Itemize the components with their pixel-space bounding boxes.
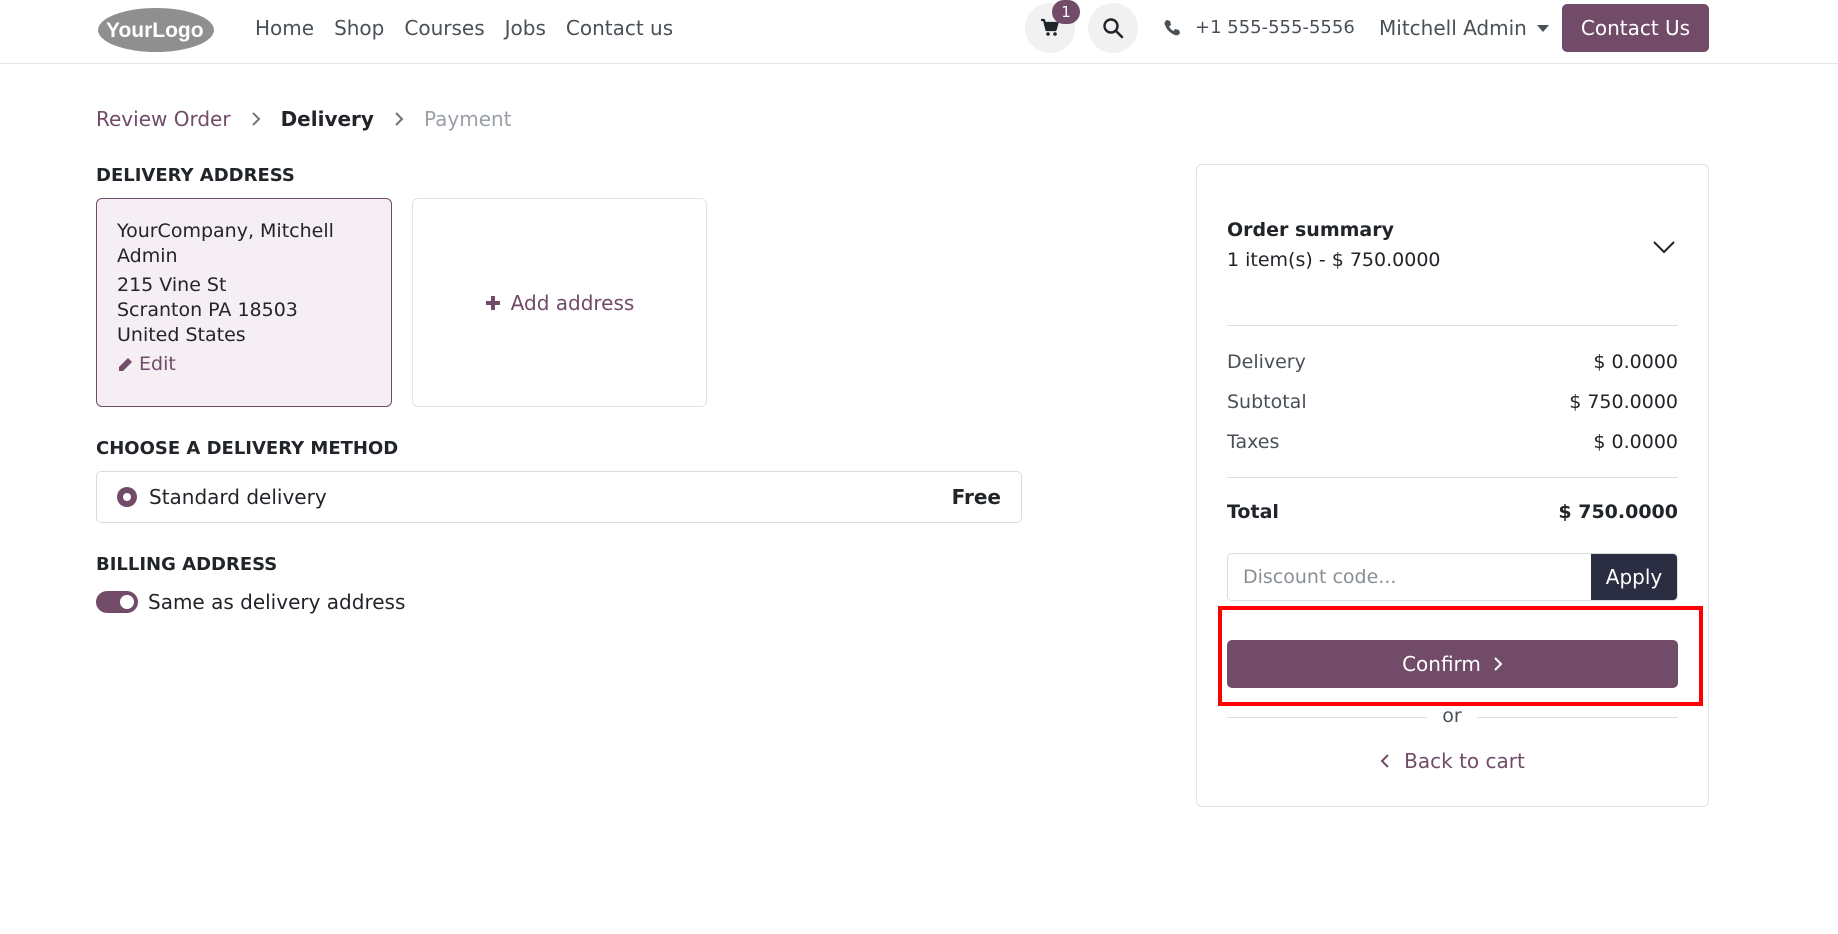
nav-shop[interactable]: Shop — [334, 16, 384, 40]
main-nav: Home Shop Courses Jobs Contact us — [255, 16, 673, 40]
summary-row-taxes: Taxes $ 0.0000 — [1227, 431, 1678, 453]
back-to-cart-link[interactable]: Back to cart — [1197, 749, 1708, 773]
delivery-method-option[interactable]: Standard delivery Free — [96, 471, 1022, 523]
summary-row-total: Total $ 750.0000 — [1227, 501, 1678, 523]
search-button[interactable] — [1088, 3, 1138, 53]
total-value: $ 750.0000 — [1558, 501, 1678, 523]
address-street: 215 Vine St — [117, 274, 227, 296]
chevron-right-icon — [1494, 657, 1503, 671]
breadcrumb-payment: Payment — [423, 107, 512, 131]
site-logo[interactable]: YourLogo — [96, 4, 216, 54]
delivery-method-label: Standard delivery — [149, 485, 327, 509]
same-address-label: Same as delivery address — [148, 590, 406, 614]
delivery-label: Delivery — [1227, 351, 1306, 373]
or-separator: or — [1227, 705, 1678, 729]
nav-home[interactable]: Home — [255, 16, 314, 40]
logo-text: YourLogo — [106, 19, 204, 42]
nav-contact[interactable]: Contact us — [566, 16, 673, 40]
nav-courses[interactable]: Courses — [404, 16, 484, 40]
delivery-method-title: CHOOSE A DELIVERY METHOD — [96, 438, 399, 459]
address-name-line1: YourCompany, Mitchell — [117, 220, 334, 242]
summary-divider — [1227, 477, 1678, 478]
taxes-value: $ 0.0000 — [1593, 431, 1678, 453]
nav-jobs[interactable]: Jobs — [505, 16, 546, 40]
back-to-cart-label: Back to cart — [1404, 749, 1525, 773]
add-address-label: Add address — [510, 290, 635, 315]
edit-address-link[interactable]: Edit — [117, 352, 371, 377]
add-address-card[interactable]: Add address — [412, 198, 707, 407]
pencil-icon — [119, 357, 132, 371]
total-label: Total — [1227, 501, 1279, 523]
order-summary-title: Order summary — [1227, 219, 1395, 241]
phone-link[interactable]: +1 555-555-5556 — [1163, 17, 1355, 38]
billing-address-title: BILLING ADDRESS — [96, 554, 278, 575]
plus-icon — [485, 295, 500, 310]
summary-row-delivery: Delivery $ 0.0000 — [1227, 351, 1678, 373]
cart-count-badge: 1 — [1052, 0, 1080, 24]
breadcrumb-review-order[interactable]: Review Order — [96, 107, 231, 131]
caret-down-icon — [1536, 24, 1549, 32]
delivery-value: $ 0.0000 — [1593, 351, 1678, 373]
delivery-method-price: Free — [951, 485, 1001, 509]
edit-label: Edit — [139, 353, 176, 375]
discount-form: Apply — [1227, 553, 1678, 601]
same-address-toggle[interactable] — [96, 591, 138, 613]
apply-discount-button[interactable]: Apply — [1591, 554, 1677, 600]
site-header: YourLogo Home Shop Courses Jobs Contact … — [0, 0, 1838, 64]
confirm-label: Confirm — [1402, 652, 1481, 676]
taxes-label: Taxes — [1227, 431, 1280, 453]
user-menu[interactable]: Mitchell Admin — [1379, 16, 1549, 40]
breadcrumb-delivery: Delivery — [280, 107, 374, 131]
subtotal-value: $ 750.0000 — [1569, 391, 1678, 413]
address-card-selected[interactable]: YourCompany, Mitchell Admin 215 Vine St … — [96, 198, 392, 407]
chevron-right-icon — [374, 107, 424, 131]
address-city: Scranton PA 18503 — [117, 299, 298, 321]
order-summary-panel: Order summary 1 item(s) - $ 750.0000 Del… — [1196, 164, 1709, 807]
address-country: United States — [117, 324, 246, 346]
phone-icon — [1164, 19, 1180, 35]
order-summary-items: 1 item(s) - $ 750.0000 — [1227, 249, 1441, 271]
discount-code-input[interactable] — [1228, 554, 1591, 600]
summary-row-subtotal: Subtotal $ 750.0000 — [1227, 391, 1678, 413]
subtotal-label: Subtotal — [1227, 391, 1307, 413]
chevron-down-icon[interactable] — [1652, 237, 1676, 259]
chevron-left-icon — [1380, 754, 1389, 768]
contact-us-button[interactable]: Contact Us — [1562, 4, 1709, 52]
confirm-button[interactable]: Confirm — [1227, 640, 1678, 688]
summary-divider — [1227, 325, 1678, 326]
delivery-address-title: DELIVERY ADDRESS — [96, 165, 295, 186]
phone-number: +1 555-555-5556 — [1195, 17, 1355, 38]
user-name: Mitchell Admin — [1379, 16, 1527, 40]
address-name-line2: Admin — [117, 245, 178, 267]
search-icon — [1103, 18, 1124, 39]
radio-selected[interactable] — [117, 487, 137, 507]
checkout-breadcrumb: Review Order Delivery Payment — [96, 107, 512, 131]
same-address-toggle-row: Same as delivery address — [96, 590, 405, 614]
chevron-right-icon — [231, 107, 281, 131]
or-label: or — [1427, 705, 1477, 727]
